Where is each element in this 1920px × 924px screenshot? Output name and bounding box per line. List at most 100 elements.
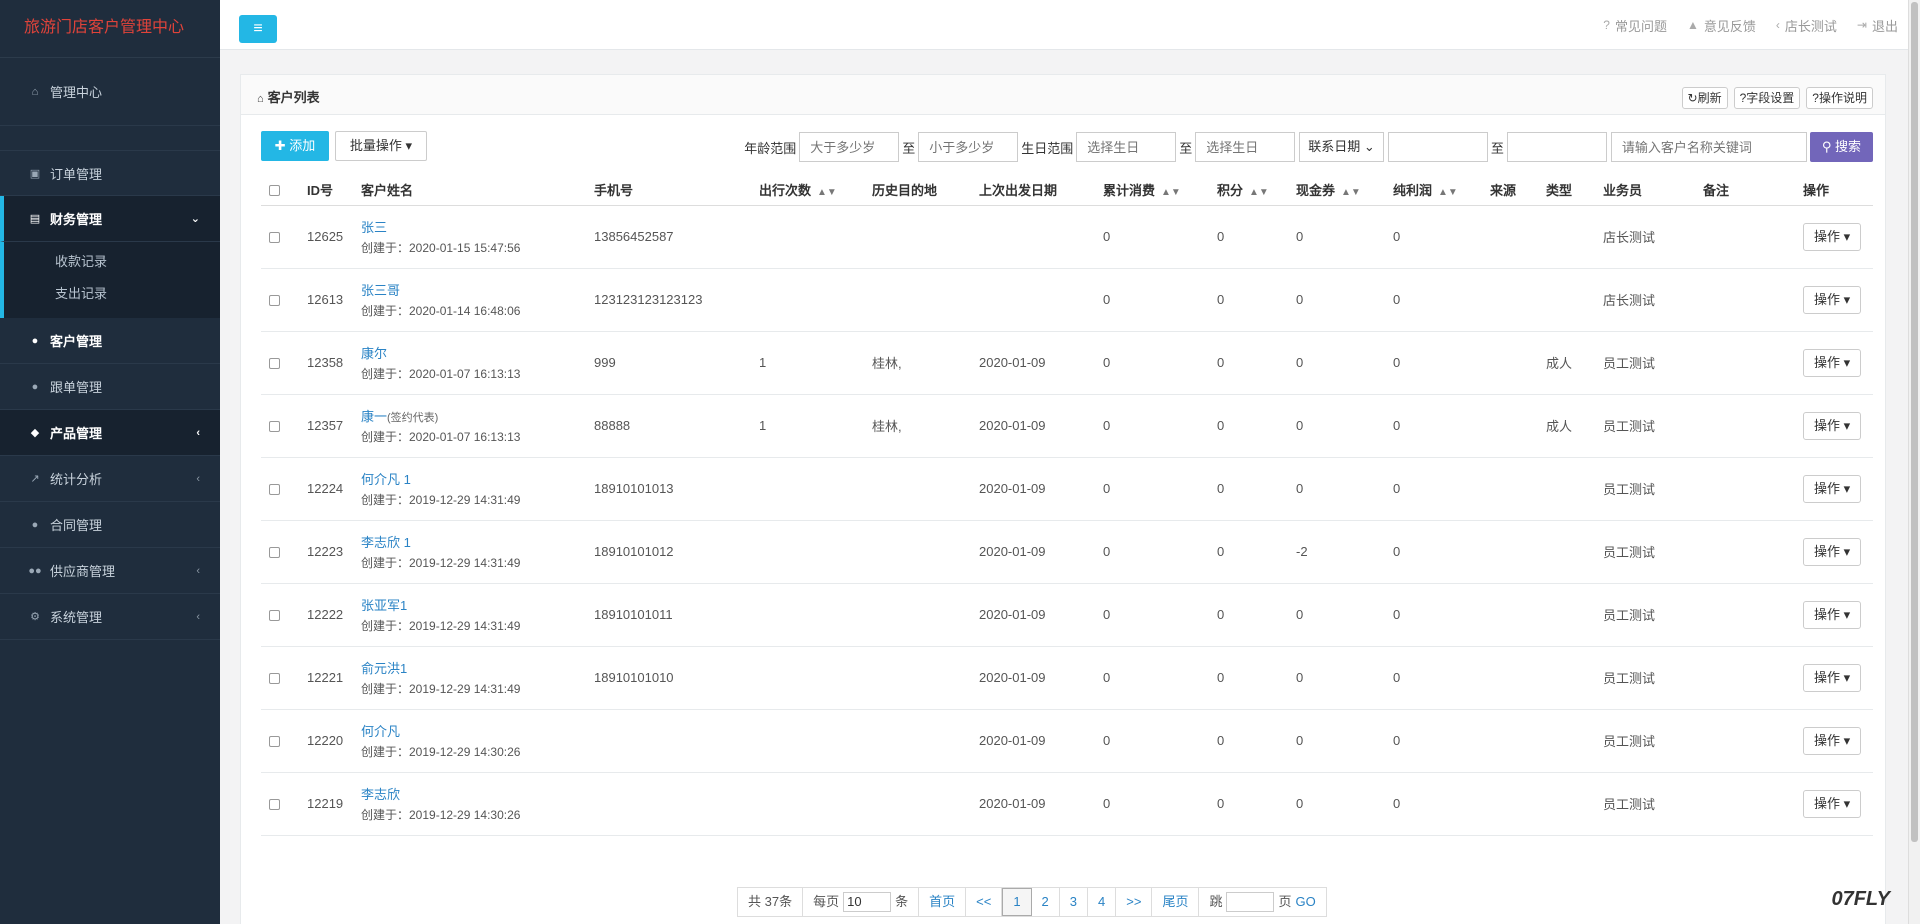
row-actions-button[interactable]: 操作 ▾	[1803, 663, 1862, 692]
customer-name-link[interactable]: 何介凡 1	[361, 472, 411, 487]
customer-name-link[interactable]: 俞元洪1	[361, 661, 407, 676]
cell-actions: 操作 ▾	[1795, 646, 1873, 710]
sidebar-item-suppliers[interactable]: ●● 供应商管理 ‹	[0, 548, 220, 594]
panel-title-text: 客户列表	[267, 90, 320, 105]
customer-name-link[interactable]: 张三哥	[361, 283, 400, 298]
birthday-end-input[interactable]	[1195, 132, 1296, 162]
faq-link[interactable]: ? 常见问题	[1603, 16, 1667, 35]
jump-page-input[interactable]	[1226, 892, 1275, 912]
sidebar-subitem-receipts[interactable]: 收款记录	[4, 246, 220, 278]
cell-actions: 操作 ▾	[1795, 772, 1873, 836]
cell-note	[1695, 331, 1795, 395]
first-page-link[interactable]: 首页	[919, 888, 967, 916]
prev-page-link[interactable]: <<	[966, 888, 1003, 916]
cell-name: 俞元洪1 创建于：2019-12-29 14:31:49	[353, 646, 586, 710]
contact-date-start-input[interactable]	[1387, 132, 1488, 162]
col-points[interactable]: 积分 ▲▼	[1209, 175, 1288, 206]
cell-staff: 员工测试	[1595, 772, 1695, 836]
customer-name-link[interactable]: 李志欣 1	[361, 535, 411, 550]
page-link-4[interactable]: 4	[1088, 888, 1117, 916]
row-actions-button[interactable]: 操作 ▾	[1803, 537, 1862, 566]
row-actions-button[interactable]: 操作 ▾	[1803, 222, 1862, 251]
row-checkbox[interactable]	[269, 484, 280, 496]
menu-toggle-button[interactable]: ≡	[239, 15, 277, 43]
row-actions-button[interactable]: 操作 ▾	[1803, 285, 1862, 314]
row-checkbox[interactable]	[269, 799, 280, 811]
row-checkbox[interactable]	[269, 421, 280, 433]
batch-actions-button[interactable]: 批量操作 ▾	[335, 131, 427, 161]
refresh-button[interactable]: ↻刷新	[1681, 87, 1728, 109]
sidebar-item-customers[interactable]: ● 客户管理	[0, 318, 220, 364]
cell-trips	[751, 583, 864, 647]
user-menu-link[interactable]: ‹ 店长测试	[1776, 16, 1837, 35]
scrollbar-thumb[interactable]	[1911, 2, 1918, 842]
row-actions-button[interactable]: 操作 ▾	[1803, 348, 1862, 377]
age-min-input[interactable]	[799, 132, 900, 162]
col-coupon[interactable]: 现金券 ▲▼	[1288, 175, 1385, 206]
page-link-1[interactable]: 1	[1002, 888, 1032, 916]
keyword-search-input[interactable]	[1610, 132, 1807, 162]
sidebar-item-stats[interactable]: ↗ 统计分析 ‹	[0, 456, 220, 502]
cell-actions: 操作 ▾	[1795, 331, 1873, 395]
col-trips-label: 出行次数	[759, 183, 812, 199]
age-max-input[interactable]	[918, 132, 1019, 162]
contact-date-end-input[interactable]	[1506, 132, 1607, 162]
contact-date-select[interactable]: 联系日期 ⌄	[1299, 132, 1384, 162]
col-total-spend-label: 累计消费	[1103, 183, 1156, 199]
sidebar-item-contracts[interactable]: ● 合同管理	[0, 502, 220, 548]
row-checkbox[interactable]	[269, 610, 280, 622]
row-actions-button[interactable]: 操作 ▾	[1803, 726, 1862, 755]
page-link-2[interactable]: 2	[1032, 888, 1060, 916]
row-checkbox[interactable]	[269, 547, 280, 559]
sort-icon: ▲▼	[1438, 187, 1458, 199]
customer-name-link[interactable]: 李志欣	[361, 787, 400, 802]
row-checkbox[interactable]	[269, 232, 280, 244]
sidebar-item-followup[interactable]: ● 跟单管理	[0, 364, 220, 410]
customer-name-link[interactable]: 何介凡	[361, 724, 400, 739]
row-checkbox[interactable]	[269, 295, 280, 307]
sidebar-item-orders[interactable]: ▣ 订单管理	[0, 150, 220, 196]
col-trips[interactable]: 出行次数 ▲▼	[751, 175, 864, 206]
col-profit[interactable]: 纯利润 ▲▼	[1385, 175, 1482, 206]
page-scrollbar[interactable]	[1908, 0, 1920, 924]
row-checkbox[interactable]	[269, 673, 280, 685]
next-page-link[interactable]: >>	[1116, 888, 1153, 916]
sidebar-item-label: 系统管理	[50, 610, 103, 625]
sidebar-item-products[interactable]: ◆ 产品管理 ‹	[0, 410, 220, 456]
sidebar-subitem-expenses[interactable]: 支出记录	[4, 278, 220, 310]
logout-link[interactable]: ⇥ 退出	[1857, 16, 1898, 35]
table-row: 12613 张三哥 创建于：2020-01-14 16:48:06 123123123…	[261, 268, 1873, 332]
col-total-spend[interactable]: 累计消费 ▲▼	[1095, 175, 1209, 206]
sidebar-item-finance[interactable]: ▤ 财务管理 ⌄	[0, 196, 220, 242]
page-link-3[interactable]: 3	[1060, 888, 1089, 916]
help-label: 操作说明	[1818, 91, 1867, 105]
birthday-range-label: 生日范围	[1021, 140, 1074, 156]
customer-name-link[interactable]: 张亚军1	[361, 598, 407, 613]
cell-type	[1538, 709, 1595, 773]
select-all-checkbox[interactable]	[269, 185, 280, 197]
cell-id: 12625	[299, 205, 353, 269]
row-actions-button[interactable]: 操作 ▾	[1803, 411, 1862, 440]
add-button[interactable]: ✚ 添加	[261, 131, 329, 161]
row-actions-button[interactable]: 操作 ▾	[1803, 789, 1862, 818]
customer-name-link[interactable]: 康一	[361, 409, 387, 424]
sidebar-item-home[interactable]: ⌂ 管理中心	[0, 58, 220, 126]
sidebar-item-label: 订单管理	[50, 166, 103, 182]
cell-note	[1695, 520, 1795, 584]
feedback-link[interactable]: ▲ 意见反馈	[1687, 16, 1756, 35]
birthday-start-input[interactable]	[1076, 132, 1177, 162]
per-page-input[interactable]: 10	[843, 892, 892, 912]
customer-name-link[interactable]: 张三	[361, 220, 387, 235]
help-button[interactable]: ?操作说明	[1806, 87, 1873, 109]
sidebar-item-system[interactable]: ⚙ 系统管理 ‹	[0, 594, 220, 640]
customer-name-link[interactable]: 康尔	[361, 346, 387, 361]
row-actions-button[interactable]: 操作 ▾	[1803, 474, 1862, 503]
row-checkbox[interactable]	[269, 358, 280, 370]
row-checkbox[interactable]	[269, 736, 280, 748]
warning-icon: ▲	[1687, 18, 1699, 32]
last-page-link[interactable]: 尾页	[1152, 888, 1200, 916]
field-settings-button[interactable]: ?字段设置	[1733, 87, 1801, 109]
row-actions-button[interactable]: 操作 ▾	[1803, 600, 1862, 629]
go-button[interactable]: GO	[1295, 888, 1315, 916]
search-button[interactable]: ⚲ 搜索	[1809, 132, 1873, 162]
